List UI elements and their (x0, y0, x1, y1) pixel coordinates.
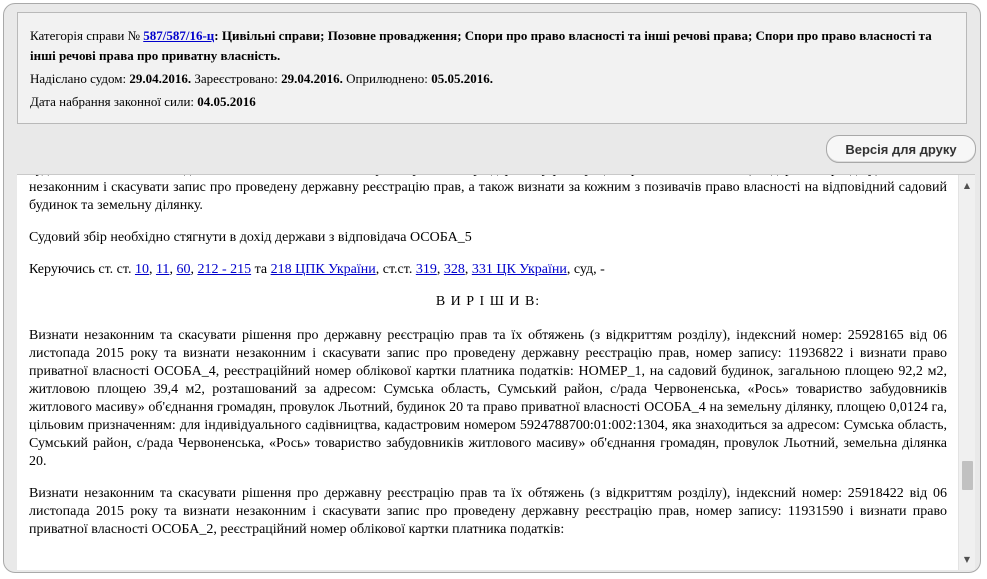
case-viewer-frame: Категорія справи № 587/587/16-ц: Цивільн… (3, 3, 981, 573)
scroll-down-arrow-icon[interactable]: ▼ (959, 551, 975, 568)
law-link-319[interactable]: 319 (416, 262, 437, 277)
published-date: 05.05.2016. (431, 71, 493, 86)
print-version-button[interactable]: Версія для друку (826, 135, 976, 163)
scrollbar-thumb[interactable] (962, 461, 973, 490)
registered-label: Зареєстровано: (194, 71, 278, 86)
document-viewer: будинок, вважає за необхідне визнати нез… (17, 174, 975, 570)
text-fragment: та (251, 262, 271, 277)
doc-paragraph-4: Визнати незаконним та скасувати рішення … (29, 328, 947, 469)
law-link-218-cpk[interactable]: 218 ЦПК України (271, 262, 376, 277)
scroll-up-arrow-icon[interactable]: ▲ (959, 177, 975, 194)
law-link-212-215[interactable]: 212 - 215 (197, 262, 251, 277)
case-category-label: Категорія справи № (30, 28, 140, 43)
law-link-11[interactable]: 11 (156, 262, 169, 277)
doc-paragraph-1: будинок, вважає за необхідне визнати нез… (29, 175, 947, 213)
case-number-link[interactable]: 587/587/16-ц (143, 28, 214, 43)
case-category: Категорія справи № 587/587/16-ц: Цивільн… (30, 26, 954, 66)
document-text: будинок, вважає за необхідне визнати нез… (29, 175, 947, 553)
text-fragment: , (464, 262, 472, 277)
case-effective-date: Дата набрання законної сили: 04.05.2016 (30, 92, 954, 111)
registered-date: 29.04.2016. (281, 71, 343, 86)
law-link-331-ck[interactable]: 331 ЦК України (472, 262, 567, 277)
text-fragment: , суд, - (566, 262, 605, 277)
case-dates: Надіслано судом: 29.04.2016. Зареєстрова… (30, 69, 954, 88)
decision-heading: В И Р І Ш И В: (435, 294, 541, 309)
text-fragment: , ст.ст. (375, 262, 416, 277)
effective-date: 04.05.2016 (197, 94, 256, 109)
published-label: Оприлюднено: (346, 71, 428, 86)
sent-date: 29.04.2016. (129, 71, 192, 86)
law-link-328[interactable]: 328 (444, 262, 465, 277)
text-fragment: , (148, 262, 156, 277)
doc-paragraph-5: Визнати незаконним та скасувати рішення … (29, 486, 947, 537)
sent-label: Надіслано судом: (30, 71, 127, 86)
vertical-scrollbar[interactable]: ▲ ▼ (958, 175, 975, 570)
case-info-panel: Категорія справи № 587/587/16-ц: Цивільн… (17, 12, 967, 124)
effective-label: Дата набрання законної сили: (30, 94, 195, 109)
law-link-60[interactable]: 60 (176, 262, 190, 277)
text-fragment: Керуючись ст. ст. (29, 262, 135, 277)
doc-paragraph-3: Керуючись ст. ст. 10, 11, 60, 212 - 215 … (29, 261, 947, 279)
law-link-10[interactable]: 10 (135, 262, 149, 277)
doc-paragraph-2: Судовий збір необхідно стягнути в дохід … (29, 230, 472, 245)
text-fragment: , (436, 262, 444, 277)
